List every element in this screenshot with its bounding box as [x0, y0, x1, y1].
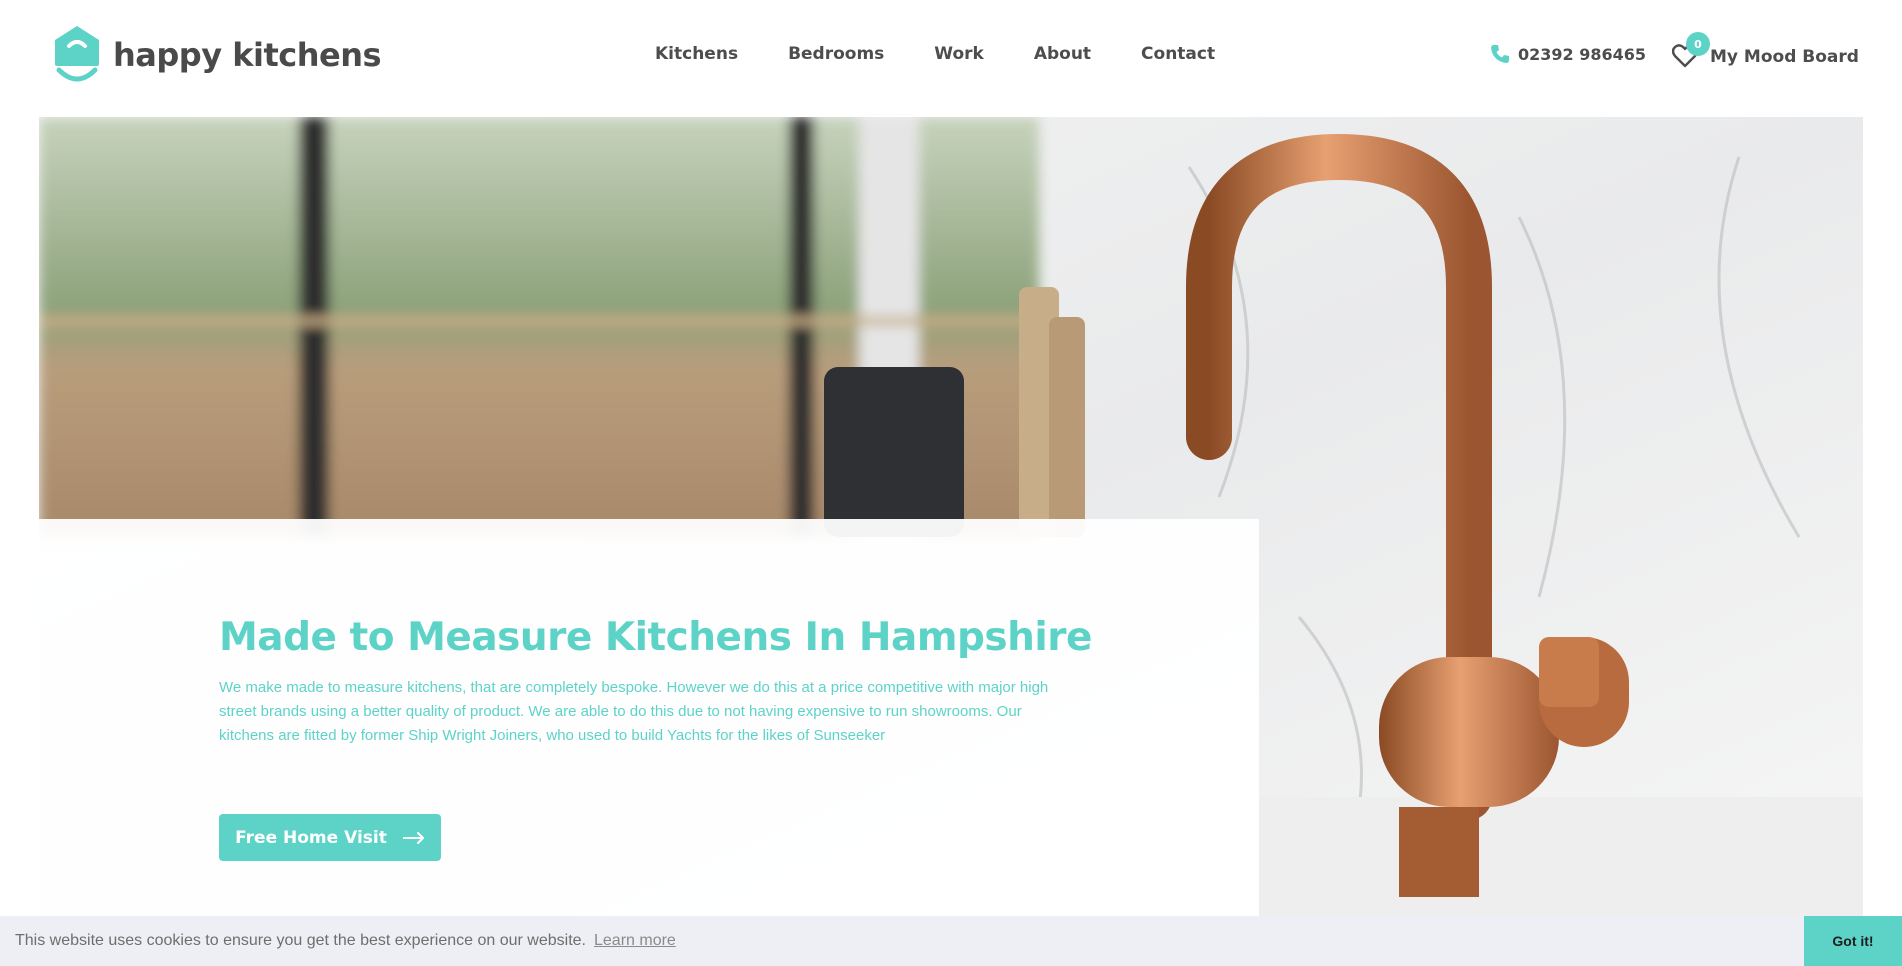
cookie-message: This website uses cookies to ensure you … — [15, 932, 586, 949]
nav-about[interactable]: About — [1034, 44, 1091, 64]
nav-contact[interactable]: Contact — [1141, 44, 1215, 64]
logo-text: happy kitchens — [113, 36, 382, 74]
nav-work[interactable]: Work — [934, 44, 984, 64]
logo-house-icon — [55, 26, 99, 82]
free-home-visit-button[interactable]: Free Home Visit — [219, 814, 441, 861]
logo-link[interactable]: happy kitchens — [55, 26, 382, 84]
site-header: happy kitchens Kitchens Bedrooms Work Ab… — [0, 0, 1902, 117]
mood-board-label: My Mood Board — [1710, 47, 1859, 67]
phone-icon — [1491, 45, 1509, 63]
cookie-banner: This website uses cookies to ensure you … — [0, 916, 1902, 966]
hero-title: Made to Measure Kitchens In Hampshire — [219, 615, 1092, 660]
mood-board-heart: 0 — [1672, 32, 1710, 68]
nav-kitchens[interactable]: Kitchens — [655, 44, 738, 64]
learn-more-link[interactable]: Learn more — [594, 932, 676, 950]
nav-bedrooms[interactable]: Bedrooms — [788, 44, 884, 64]
mood-board-count-badge: 0 — [1686, 32, 1710, 56]
cookie-accept-button[interactable]: Got it! — [1804, 916, 1902, 966]
phone-number: 02392 986465 — [1518, 44, 1647, 64]
hero-description: We make made to measure kitchens, that a… — [219, 679, 1049, 744]
cta-label: Free Home Visit — [235, 827, 387, 848]
arrow-right-icon — [402, 831, 424, 844]
main-nav: Kitchens Bedrooms Work About Contact — [655, 44, 1215, 64]
mood-board-link[interactable]: 0 My Mood Board — [1672, 32, 1859, 68]
phone-link[interactable]: 02392 986465 — [1490, 44, 1646, 64]
